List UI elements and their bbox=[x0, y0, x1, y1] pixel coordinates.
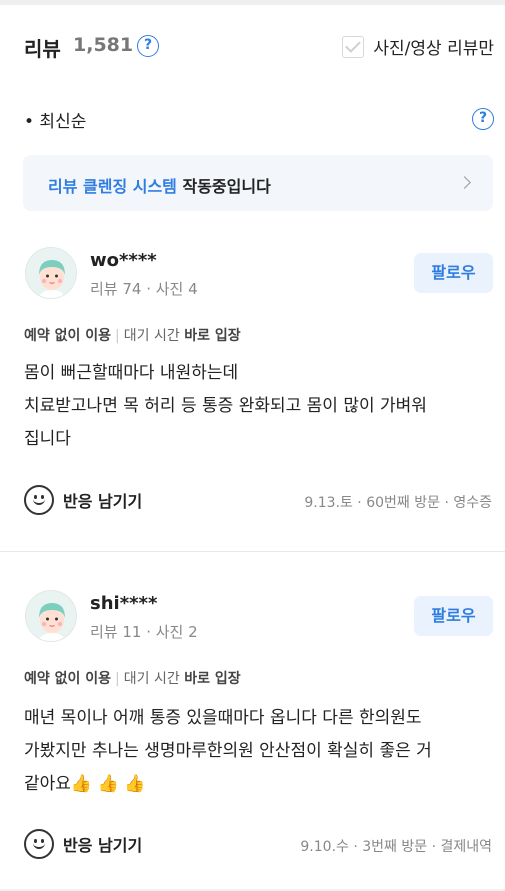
review-line: 가봤지만 추나는 생명마루한의원 안산점이 확실히 좋은 거 bbox=[24, 741, 432, 761]
review-line: 집니다 bbox=[24, 429, 71, 449]
smile-icon bbox=[24, 829, 54, 859]
visit-wait-label: 대기 시간 bbox=[123, 671, 180, 687]
banner-text: 리뷰 클렌징 시스템 작동중입니다 bbox=[48, 173, 271, 197]
visit-separator: | bbox=[115, 671, 120, 687]
review-line: 몸이 뻐근할때마다 내원하는데 bbox=[24, 363, 239, 383]
reviews-count: 1,581 bbox=[73, 34, 134, 56]
review-cleansing-banner[interactable]: 리뷰 클렌징 시스템 작동중입니다 bbox=[23, 155, 493, 211]
visit-wait-label: 대기 시간 bbox=[123, 328, 180, 344]
follow-button[interactable]: 팔로우 bbox=[414, 596, 493, 636]
smile-icon bbox=[24, 485, 54, 515]
help-circle-icon[interactable]: ? bbox=[137, 35, 159, 57]
avatar-face-icon bbox=[26, 248, 76, 298]
review-body[interactable]: 몸이 뻐근할때마다 내원하는데 치료받고나면 목 허리 등 통증 완화되고 몸이… bbox=[24, 357, 494, 456]
visit-wait-value: 바로 입장 bbox=[184, 671, 241, 687]
banner-highlight: 리뷰 클렌징 시스템 bbox=[48, 177, 177, 196]
visit-wait-value: 바로 입장 bbox=[184, 328, 241, 344]
avatar[interactable] bbox=[25, 590, 77, 642]
reaction-label: 반응 남기기 bbox=[63, 836, 143, 855]
reviewer-stats: 리뷰 74 · 사진 4 bbox=[90, 280, 198, 298]
sort-row: • 최신순 ? bbox=[24, 107, 494, 133]
review-divider bbox=[0, 551, 505, 552]
review-line: 매년 목이나 어깨 통증 있을때마다 옵니다 다른 한의원도 bbox=[24, 708, 422, 728]
reaction-label: 반응 남기기 bbox=[63, 492, 143, 511]
reviewer-name[interactable]: shi**** bbox=[90, 593, 157, 614]
reviews-header: 리뷰 1,581 ? 사진/영상 리뷰만 bbox=[24, 33, 494, 63]
review-line: 치료받고나면 목 허리 등 통증 완화되고 몸이 많이 가벼워 bbox=[24, 396, 427, 416]
reviewer-stats: 리뷰 11 · 사진 2 bbox=[90, 623, 198, 641]
chevron-right-icon bbox=[458, 176, 471, 189]
banner-rest: 작동중입니다 bbox=[176, 177, 271, 196]
review-meta: 9.13.토 · 60번째 방문 · 영수증 bbox=[304, 495, 492, 511]
review-line: 같아요👍 👍 👍 bbox=[24, 774, 146, 794]
reviewer-name[interactable]: wo**** bbox=[90, 250, 157, 271]
sort-latest-button[interactable]: • 최신순 bbox=[24, 107, 86, 132]
photo-video-filter-toggle[interactable]: 사진/영상 리뷰만 bbox=[342, 34, 494, 59]
reviews-title: 리뷰 bbox=[24, 37, 61, 61]
review-body[interactable]: 매년 목이나 어깨 통증 있을때마다 옵니다 다른 한의원도 가봤지만 추나는 … bbox=[24, 702, 494, 801]
visit-reservation: 예약 없이 이용 bbox=[24, 671, 112, 687]
avatar-face-icon bbox=[26, 591, 76, 641]
photo-filter-label: 사진/영상 리뷰만 bbox=[373, 39, 494, 59]
checkbox-icon[interactable] bbox=[342, 35, 365, 58]
visit-reservation: 예약 없이 이용 bbox=[24, 328, 112, 344]
visit-separator: | bbox=[115, 328, 120, 344]
follow-button[interactable]: 팔로우 bbox=[414, 253, 493, 293]
leave-reaction-button[interactable]: 반응 남기기 bbox=[24, 829, 142, 859]
avatar[interactable] bbox=[25, 247, 77, 299]
top-divider-bar bbox=[0, 0, 505, 5]
review-meta: 9.10.수 · 3번째 방문 · 결제내역 bbox=[300, 839, 492, 855]
leave-reaction-button[interactable]: 반응 남기기 bbox=[24, 485, 142, 515]
visit-info: 예약 없이 이용 | 대기 시간 바로 입장 bbox=[24, 668, 241, 688]
sort-help-icon[interactable]: ? bbox=[472, 108, 494, 130]
visit-info: 예약 없이 이용 | 대기 시간 바로 입장 bbox=[24, 325, 241, 345]
